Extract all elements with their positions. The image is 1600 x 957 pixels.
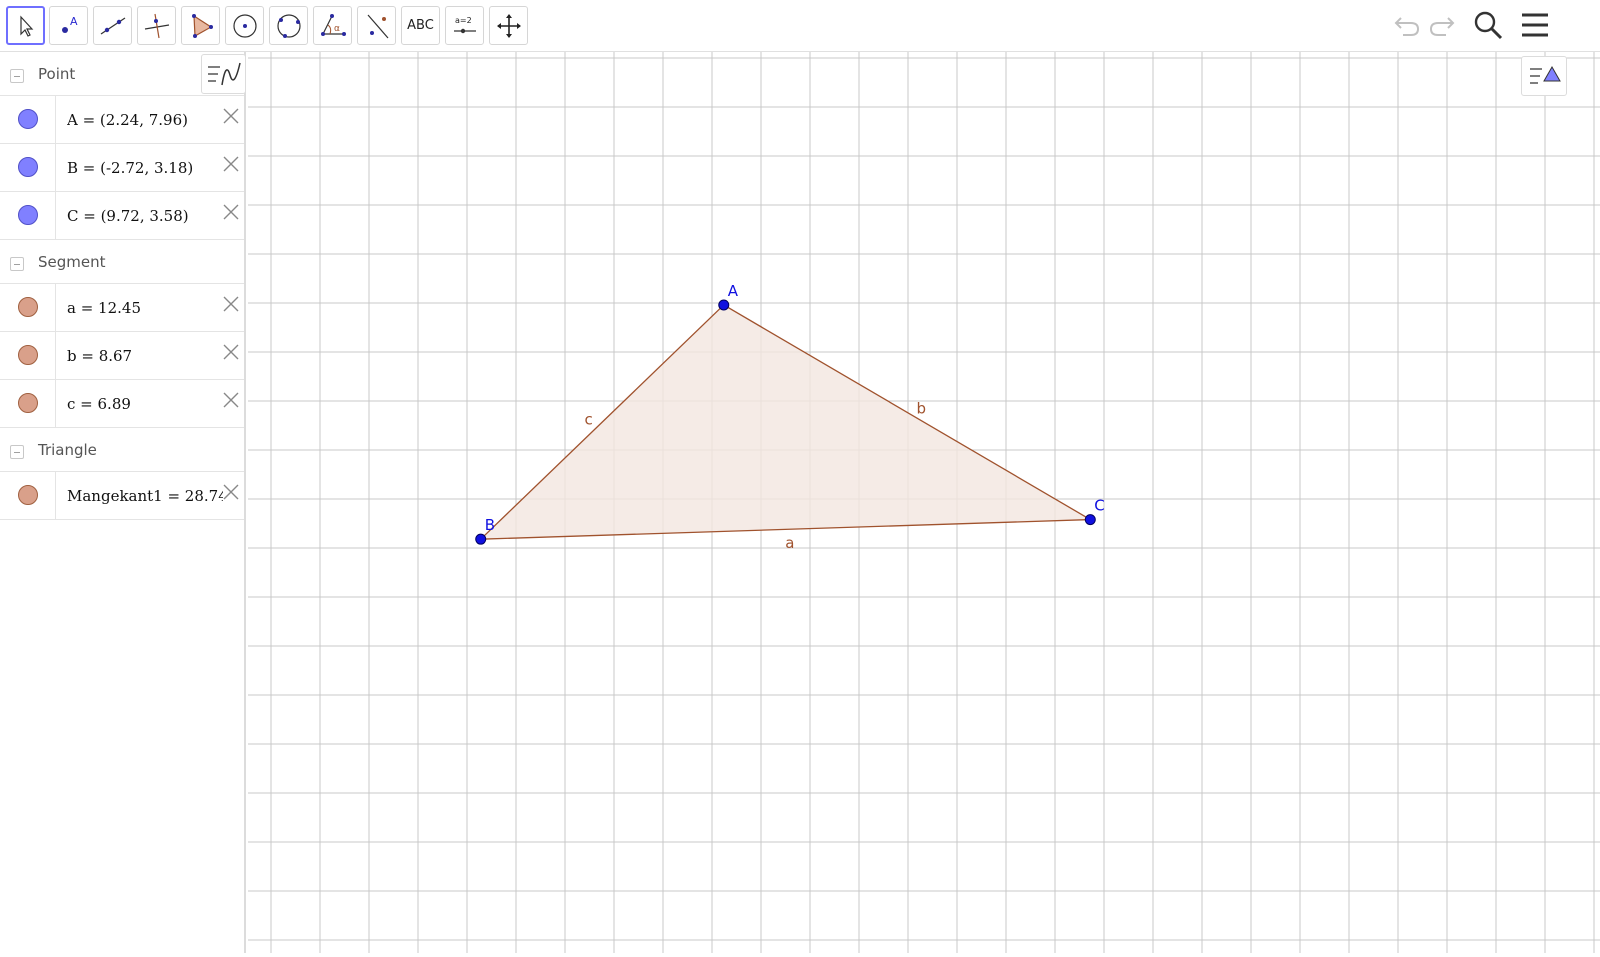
- point-label-B: B: [485, 516, 495, 534]
- triangle-mangekant1[interactable]: [480, 304, 1091, 540]
- algebra-item-B[interactable]: B = (-2.72, 3.18): [0, 144, 244, 192]
- algebra-item-b[interactable]: b = 8.67: [0, 332, 244, 380]
- toolbar: A α ABC a=2: [0, 0, 1600, 52]
- group-triangle: Triangle: [0, 428, 244, 472]
- group-triangle-collapse-button[interactable]: [10, 445, 24, 459]
- marble-cell: [0, 380, 56, 428]
- marble-cell: [0, 284, 56, 332]
- text-tool-button[interactable]: ABC: [401, 6, 440, 45]
- segment-label-c: c: [585, 410, 593, 428]
- marble-cell: [0, 192, 56, 240]
- line-icon: [100, 17, 125, 34]
- point-label-A: A: [728, 282, 739, 300]
- group-segment-label: Segment: [38, 253, 106, 271]
- algebra-item-expression[interactable]: B = (-2.72, 3.18): [67, 159, 223, 177]
- menu-icon: [1522, 13, 1548, 37]
- circle-center-point-tool-button[interactable]: [225, 6, 264, 45]
- text-icon: ABC: [407, 18, 434, 33]
- group-triangle-label: Triangle: [38, 441, 97, 459]
- delete-icon[interactable]: [222, 391, 240, 409]
- visibility-marble-icon[interactable]: [18, 109, 38, 129]
- move-tool-button[interactable]: [6, 6, 45, 45]
- algebra-item-a[interactable]: a = 12.45: [0, 284, 244, 332]
- algebra-item-A[interactable]: A = (2.24, 7.96): [0, 96, 244, 144]
- marble-cell: [0, 96, 56, 144]
- point-B[interactable]: [475, 533, 487, 545]
- search-button[interactable]: [1471, 8, 1505, 42]
- algebra-item-expression[interactable]: c = 6.89: [67, 395, 223, 413]
- move-graphics-tool-button[interactable]: [489, 6, 528, 45]
- group-point-collapse-button[interactable]: [10, 69, 24, 83]
- polygon-icon: [191, 13, 213, 38]
- algebra-item-expression[interactable]: C = (9.72, 3.58): [67, 207, 223, 225]
- perpendicular-line-tool-button[interactable]: [137, 6, 176, 45]
- algebra-item-c[interactable]: c = 6.89: [0, 380, 244, 428]
- algebra-item-expression[interactable]: Mangekant1 = 28.74: [67, 487, 223, 505]
- algebra-item-expression[interactable]: A = (2.24, 7.96): [67, 111, 223, 129]
- arrow-cursor-icon: [19, 14, 33, 37]
- redo-button[interactable]: [1425, 8, 1459, 42]
- segment-label-a: a: [785, 534, 794, 552]
- marble-cell: [0, 144, 56, 192]
- slider-icon: a=2: [453, 16, 476, 33]
- algebra-item-mangekant1[interactable]: Mangekant1 = 28.74: [0, 472, 244, 520]
- visibility-marble-icon[interactable]: [18, 393, 38, 413]
- visibility-marble-icon[interactable]: [18, 157, 38, 177]
- circle-three-points-icon: [276, 13, 301, 38]
- point-tool-button[interactable]: A: [49, 6, 88, 45]
- group-point-label: Point: [38, 65, 76, 83]
- algebra-view: Point A = (2.24, 7.96) B = (-2.72, 3.18)…: [0, 52, 246, 953]
- slider-tool-button[interactable]: a=2: [445, 6, 484, 45]
- delete-icon[interactable]: [222, 203, 240, 221]
- marble-cell: [0, 472, 56, 520]
- reflect-icon: [367, 14, 388, 38]
- redo-icon: [1429, 17, 1455, 36]
- delete-icon[interactable]: [222, 343, 240, 361]
- graphics-style-button[interactable]: [1521, 56, 1567, 96]
- slider-tool-label: a=2: [455, 16, 472, 25]
- delete-icon[interactable]: [222, 295, 240, 313]
- group-point: Point: [0, 52, 244, 96]
- delete-icon[interactable]: [222, 107, 240, 125]
- point-label-C: C: [1094, 497, 1104, 515]
- point-icon: A: [61, 15, 78, 33]
- marble-cell: [0, 332, 56, 380]
- algebra-item-expression[interactable]: a = 12.45: [67, 299, 223, 317]
- algebra-item-expression[interactable]: b = 8.67: [67, 347, 223, 365]
- polygon-tool-button[interactable]: [181, 6, 220, 45]
- angle-tool-label: α: [334, 24, 340, 34]
- delete-icon[interactable]: [222, 483, 240, 501]
- circle-three-points-tool-button[interactable]: [269, 6, 308, 45]
- visibility-marble-icon[interactable]: [18, 485, 38, 505]
- group-segment: Segment: [0, 240, 244, 284]
- visibility-marble-icon[interactable]: [18, 297, 38, 317]
- line-tool-button[interactable]: [93, 6, 132, 45]
- undo-icon: [1394, 17, 1420, 36]
- reflect-line-tool-button[interactable]: [357, 6, 396, 45]
- point-tool-label: A: [70, 15, 78, 28]
- circle-center-icon: [232, 13, 257, 38]
- graphics-view[interactable]: a b c A B C: [248, 52, 1600, 953]
- visibility-marble-icon[interactable]: [18, 345, 38, 365]
- delete-icon[interactable]: [222, 155, 240, 173]
- visibility-marble-icon[interactable]: [18, 205, 38, 225]
- group-segment-collapse-button[interactable]: [10, 257, 24, 271]
- point-A[interactable]: [718, 299, 730, 311]
- angle-tool-button[interactable]: α: [313, 6, 352, 45]
- angle-icon: α: [320, 13, 346, 36]
- algebra-item-C[interactable]: C = (9.72, 3.58): [0, 192, 244, 240]
- graphics-style-icon: [1530, 65, 1561, 84]
- perpendicular-icon: [144, 13, 169, 38]
- point-C[interactable]: [1084, 514, 1096, 526]
- graphics-canvas[interactable]: a b c A B C: [248, 52, 1600, 953]
- move-view-icon: [496, 13, 521, 38]
- undo-button[interactable]: [1390, 8, 1424, 42]
- search-icon: [1474, 11, 1503, 40]
- main-menu-button[interactable]: [1518, 8, 1552, 42]
- segment-label-b: b: [916, 399, 926, 417]
